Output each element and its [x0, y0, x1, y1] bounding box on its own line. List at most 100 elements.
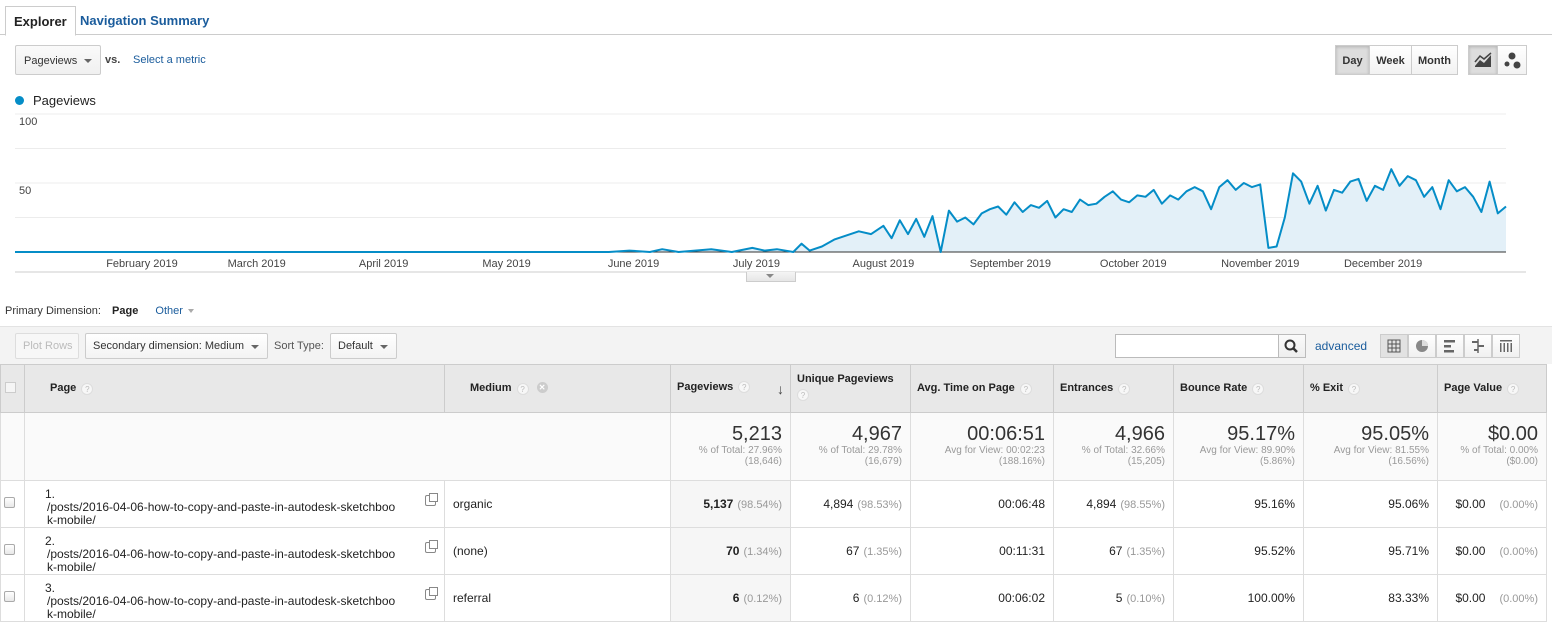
performance-view-icon [1444, 340, 1455, 353]
avg-time-cell: 00:06:48 [910, 480, 1054, 528]
bounce-rate-cell: 95.52% [1173, 527, 1304, 575]
column-header-avg-time-on-page[interactable]: Avg. Time on Page? [910, 364, 1054, 413]
plot-rows-button[interactable]: Plot Rows [15, 333, 79, 359]
tab-navigation-summary[interactable]: Navigation Summary [72, 6, 217, 36]
comparison-view-button[interactable] [1464, 334, 1492, 358]
granularity-month-button[interactable]: Month [1411, 45, 1458, 75]
primary-dimension-label: Primary Dimension: [5, 305, 101, 317]
help-icon[interactable]: ? [1348, 382, 1361, 395]
motion-chart-icon [1504, 52, 1521, 69]
pie-view-button[interactable] [1408, 334, 1436, 358]
sort-type-label: Sort Type: [274, 340, 324, 352]
exit-cell: 83.33% [1303, 574, 1438, 622]
column-header-unique-pageviews[interactable]: Unique Pageviews? [790, 364, 911, 413]
secondary-dimension-dropdown[interactable]: Secondary dimension: Medium [85, 333, 268, 359]
pageviews-cell: 70 (1.34%) [670, 527, 791, 575]
pageviews-cell: 6 (0.12%) [670, 574, 791, 622]
table-row: 1./posts/2016-04-06-how-to-copy-and-past… [0, 480, 1547, 528]
exit-cell: 95.06% [1303, 480, 1438, 528]
chart-collapse-handle[interactable] [746, 272, 796, 282]
vs-label: vs. [105, 54, 121, 66]
row-checkbox[interactable] [4, 544, 15, 555]
help-icon[interactable]: ? [1507, 382, 1520, 395]
open-external-icon[interactable] [425, 587, 438, 600]
secondary-dimension-value: Secondary dimension: Medium [93, 340, 245, 352]
sort-type-dropdown[interactable]: Default [330, 333, 397, 359]
row-checkbox-cell[interactable] [0, 480, 25, 528]
page-link[interactable]: /posts/2016-04-06-how-to-copy-and-paste-… [47, 595, 399, 621]
medium-cell[interactable]: referral [444, 574, 671, 622]
total-bounce-rate: 95.17% Avg for View: 89.90% (5.86%) [1173, 412, 1304, 481]
x-tick-label: December 2019 [1344, 258, 1422, 270]
page-value-cell: $0.00 (0.00%) [1437, 480, 1547, 528]
open-external-icon[interactable] [425, 540, 438, 553]
bounce-rate-cell: 100.00% [1173, 574, 1304, 622]
help-icon[interactable]: ? [797, 389, 809, 401]
chevron-down-icon [766, 274, 774, 278]
column-header-exit[interactable]: % Exit? [1303, 364, 1438, 413]
column-header-medium[interactable]: Medium? ✕ [444, 364, 671, 413]
line-chart-button[interactable] [1468, 45, 1498, 75]
row-checkbox[interactable] [4, 497, 15, 508]
page-link[interactable]: /posts/2016-04-06-how-to-copy-and-paste-… [47, 501, 399, 527]
medium-cell[interactable]: (none) [444, 527, 671, 575]
remove-dimension-icon[interactable]: ✕ [536, 382, 548, 394]
column-header-pageviews[interactable]: Pageviews? ↓ [670, 364, 791, 413]
tab-explorer[interactable]: Explorer [5, 6, 76, 36]
help-icon[interactable]: ? [1252, 382, 1265, 395]
open-external-icon[interactable] [425, 493, 438, 506]
select-all-checkbox[interactable] [5, 381, 16, 393]
row-checkbox-cell[interactable] [0, 574, 25, 622]
y-tick-label: 100 [19, 116, 37, 128]
pie-view-icon [1416, 340, 1428, 352]
help-icon[interactable]: ? [516, 382, 529, 395]
bounce-rate-cell: 95.16% [1173, 480, 1304, 528]
select-all-checkbox-cell[interactable] [0, 364, 25, 413]
column-header-page-value[interactable]: Page Value? [1437, 364, 1547, 413]
unique-pageviews-cell: 4,894 (98.53%) [790, 480, 911, 528]
help-icon[interactable]: ? [1118, 382, 1131, 395]
pivot-view-button[interactable] [1492, 334, 1520, 358]
table-row: 2./posts/2016-04-06-how-to-copy-and-past… [0, 527, 1547, 575]
primary-dimension-other[interactable]: Other [155, 305, 183, 317]
legend-swatch-pageviews [15, 96, 24, 105]
granularity-week-button[interactable]: Week [1369, 45, 1412, 75]
table-row: 3./posts/2016-04-06-how-to-copy-and-past… [0, 574, 1547, 622]
primary-dimension-page[interactable]: Page [112, 305, 138, 317]
table-header-row: Page? Medium? ✕ Pageviews? ↓ Unique Pagevi… [0, 364, 1547, 413]
help-icon[interactable]: ? [738, 380, 751, 393]
row-checkbox-cell[interactable] [0, 527, 25, 575]
x-tick-label: September 2019 [970, 258, 1051, 270]
pivot-view-icon [1500, 340, 1512, 352]
avg-time-cell: 00:11:31 [910, 527, 1054, 575]
metric-dropdown[interactable]: Pageviews [15, 45, 101, 75]
performance-view-button[interactable] [1436, 334, 1464, 358]
search-button[interactable] [1278, 334, 1306, 358]
help-icon[interactable]: ? [81, 382, 94, 395]
select-metric-link[interactable]: Select a metric [133, 54, 206, 66]
page-link[interactable]: /posts/2016-04-06-how-to-copy-and-paste-… [47, 548, 399, 574]
x-tick-label: July 2019 [733, 258, 780, 270]
help-icon[interactable]: ? [1019, 382, 1032, 395]
primary-dimension-bar: Primary Dimension: Page Other [5, 305, 194, 317]
chevron-down-icon [380, 345, 388, 349]
total-page-value: $0.00% of Total: 0.00% ($0.00) [1437, 412, 1547, 481]
total-pageviews: 5,213% of Total: 27.96% (18,646) [670, 412, 791, 481]
advanced-filter-link[interactable]: advanced [1315, 339, 1367, 353]
x-tick-label: May 2019 [482, 258, 530, 270]
column-header-bounce-rate[interactable]: Bounce Rate? [1173, 364, 1304, 413]
x-tick-label: October 2019 [1100, 258, 1167, 270]
page-cell: 1./posts/2016-04-06-how-to-copy-and-past… [24, 480, 445, 528]
avg-time-cell: 00:06:02 [910, 574, 1054, 622]
metric-dropdown-value: Pageviews [24, 55, 78, 67]
unique-pageviews-cell: 67 (1.35%) [790, 527, 911, 575]
motion-chart-button[interactable] [1497, 45, 1527, 75]
medium-cell[interactable]: organic [444, 480, 671, 528]
granularity-day-button[interactable]: Day [1335, 45, 1370, 75]
table-search-input[interactable] [1115, 334, 1279, 358]
column-header-page[interactable]: Page? [24, 364, 445, 413]
table-view-button[interactable] [1380, 334, 1408, 358]
data-table: Page? Medium? ✕ Pageviews? ↓ Unique Pagevi… [0, 364, 1547, 622]
row-checkbox[interactable] [4, 591, 15, 602]
column-header-entrances[interactable]: Entrances? [1053, 364, 1174, 413]
